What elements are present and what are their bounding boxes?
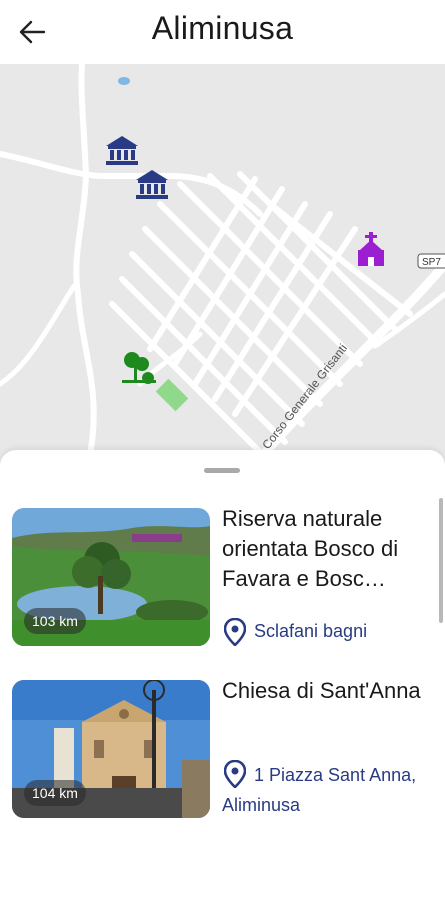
place-title: Riserva naturale orientata Bosco di Fava… [222,506,399,591]
place-photo: 104 km [12,680,210,818]
place-title: Chiesa di Sant'Anna [222,678,421,703]
place-card[interactable]: 103 km Riserva naturale orientata Bosco … [12,506,432,648]
road-shield-label: SP7 [422,257,441,268]
place-location: 1 Piazza Sant Anna, Aliminusa [222,765,417,815]
drag-handle[interactable] [204,468,240,473]
distance-badge: 104 km [24,780,86,806]
map-view[interactable]: SP7 Corso Generale Grisanti [0,64,445,464]
app-header: Aliminusa [0,0,445,64]
distance-badge: 103 km [24,608,86,634]
place-card[interactable]: 104 km Chiesa di Sant'Anna 1 Piazza Sant… [12,678,432,860]
map-canvas: SP7 Corso Generale Grisanti [0,64,445,464]
page-title: Aliminusa [151,10,294,46]
scrollbar[interactable] [439,498,443,623]
place-location: Sclafani bagni [254,621,368,641]
places-bottom-sheet[interactable]: 103 km Riserva naturale orientata Bosco … [0,450,445,900]
location-pin-icon [224,618,246,646]
place-photo: 103 km [12,508,210,646]
